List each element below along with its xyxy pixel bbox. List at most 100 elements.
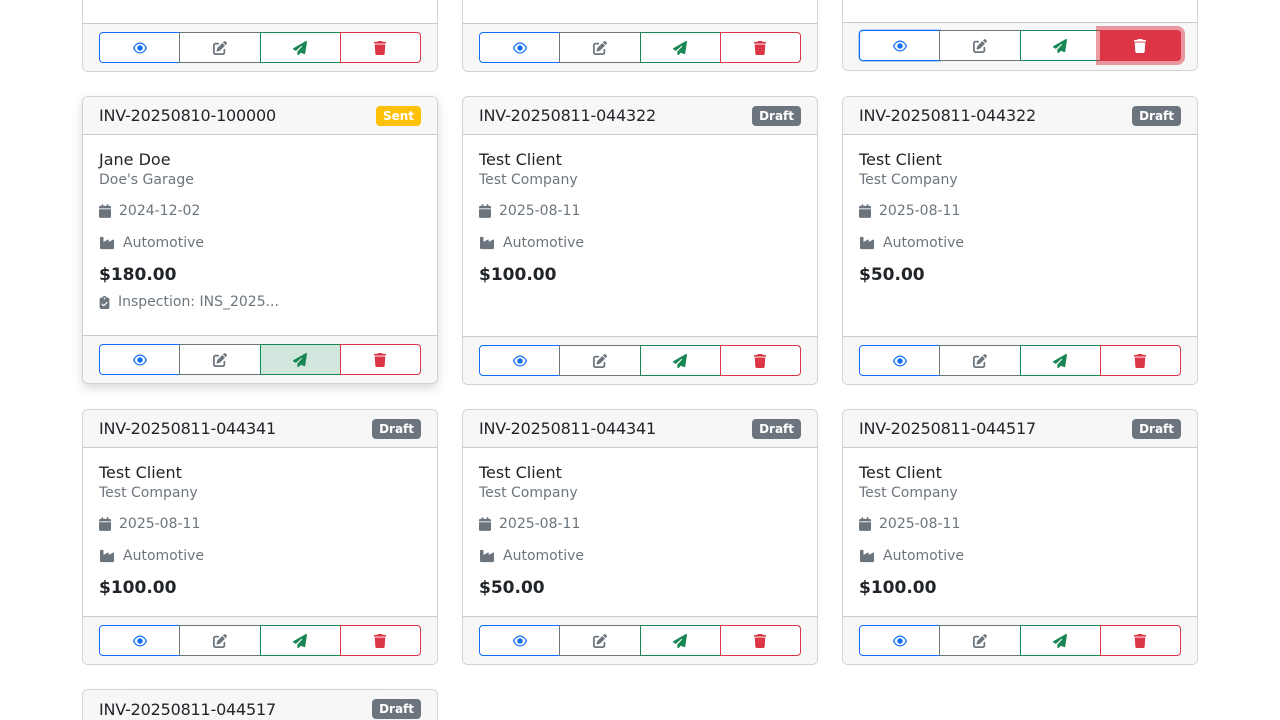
delete-button[interactable] — [719, 625, 801, 656]
edit-button[interactable] — [939, 30, 1021, 61]
date-text: 2025-08-11 — [879, 516, 961, 532]
delete-button[interactable] — [719, 345, 801, 376]
view-button[interactable] — [859, 625, 941, 656]
edit-button[interactable] — [559, 345, 641, 376]
card-actions — [83, 23, 437, 71]
paper-plane-icon — [1053, 634, 1067, 648]
action-button-group — [859, 625, 1181, 656]
delete-button[interactable] — [1099, 625, 1181, 656]
view-button[interactable] — [99, 32, 181, 63]
status-badge: Draft — [752, 105, 801, 126]
view-button[interactable] — [479, 32, 561, 63]
eye-icon — [893, 354, 907, 368]
action-button-group — [859, 345, 1181, 376]
industry-text: Automotive — [123, 235, 204, 251]
invoice-amount: $50.00 — [859, 265, 925, 285]
trash-icon — [373, 41, 387, 55]
clipboard-check-icon — [99, 296, 110, 309]
edit-button[interactable] — [559, 32, 641, 63]
invoice-amount: $100.00 — [99, 578, 177, 598]
card-actions — [463, 616, 817, 664]
edit-button[interactable] — [179, 625, 261, 656]
edit-icon — [973, 354, 987, 368]
edit-button[interactable] — [179, 32, 261, 63]
card-header: INV-20250811-044517 Draft — [843, 410, 1197, 448]
client-name: Test Client — [859, 463, 942, 482]
paper-plane-icon — [1053, 39, 1067, 53]
invoice-number: INV-20250811-044517 — [99, 699, 276, 719]
status-badge: Draft — [372, 418, 421, 439]
send-button[interactable] — [639, 625, 721, 656]
delete-button[interactable] — [1099, 345, 1181, 376]
view-button[interactable] — [479, 345, 561, 376]
edit-button[interactable] — [939, 625, 1021, 656]
invoice-card-partial — [842, 0, 1198, 71]
industry-icon — [479, 549, 495, 563]
view-button[interactable] — [859, 30, 941, 61]
invoice-number: INV-20250810-100000 — [99, 106, 276, 125]
industry-text: Automotive — [503, 548, 584, 564]
status-badge: Draft — [1132, 105, 1181, 126]
industry: Automotive — [859, 545, 1181, 567]
industry-icon — [859, 236, 875, 250]
send-button[interactable] — [259, 344, 341, 375]
card-header: INV-20250811-044341 Draft — [463, 410, 817, 448]
delete-button[interactable] — [339, 625, 421, 656]
company-name: Test Company — [99, 485, 198, 501]
delete-button[interactable] — [1099, 30, 1181, 61]
send-button[interactable] — [639, 32, 721, 63]
edit-button[interactable] — [559, 625, 641, 656]
edit-button[interactable] — [179, 344, 261, 375]
industry-text: Automotive — [123, 548, 204, 564]
invoice-date: 2025-08-11 — [99, 513, 421, 535]
view-button[interactable] — [99, 344, 181, 375]
edit-icon — [213, 353, 227, 367]
status-badge: Draft — [372, 699, 421, 719]
delete-button[interactable] — [339, 32, 421, 63]
company-name: Test Company — [479, 485, 578, 501]
send-button[interactable] — [1019, 345, 1101, 376]
edit-icon — [213, 41, 227, 55]
client-name: Test Client — [859, 150, 942, 169]
view-button[interactable] — [99, 625, 181, 656]
paper-plane-icon — [293, 353, 307, 367]
view-button[interactable] — [479, 625, 561, 656]
action-button-group — [99, 32, 421, 63]
card-header: INV-20250811-044322 Draft — [463, 97, 817, 135]
edit-icon — [973, 39, 987, 53]
invoice-number: INV-20250811-044322 — [479, 106, 656, 125]
card-body: Test Client Test Company 2025-08-11 Auto… — [463, 135, 817, 336]
card-header: INV-20250811-044341 Draft — [83, 410, 437, 448]
edit-icon — [593, 634, 607, 648]
industry: Automotive — [99, 232, 421, 254]
send-button[interactable] — [639, 345, 721, 376]
eye-icon — [893, 634, 907, 648]
edit-button[interactable] — [939, 345, 1021, 376]
industry-text: Automotive — [883, 548, 964, 564]
send-button[interactable] — [259, 32, 341, 63]
invoice-number: INV-20250811-044517 — [859, 419, 1036, 438]
eye-icon — [513, 634, 527, 648]
view-button[interactable] — [859, 345, 941, 376]
card-actions — [843, 616, 1197, 664]
action-button-group — [99, 625, 421, 656]
client-name: Test Client — [479, 463, 562, 482]
eye-icon — [513, 41, 527, 55]
invoice-date: 2024-12-02 — [99, 200, 421, 222]
delete-button[interactable] — [719, 32, 801, 63]
action-button-group — [859, 30, 1181, 61]
send-button[interactable] — [259, 625, 341, 656]
paper-plane-icon — [673, 354, 687, 368]
invoice-date: 2025-08-11 — [859, 513, 1181, 535]
delete-button[interactable] — [339, 344, 421, 375]
company-name: Test Company — [859, 485, 958, 501]
send-button[interactable] — [1019, 625, 1101, 656]
paper-plane-icon — [293, 634, 307, 648]
send-button[interactable] — [1019, 30, 1101, 61]
invoice-amount: $50.00 — [479, 578, 545, 598]
card-actions — [843, 22, 1197, 70]
calendar-icon — [479, 204, 491, 218]
trash-icon — [1133, 354, 1147, 368]
invoice-card: INV-20250811-044517 Draft Test Client Te… — [842, 409, 1198, 665]
client-name: Jane Doe — [99, 150, 171, 169]
